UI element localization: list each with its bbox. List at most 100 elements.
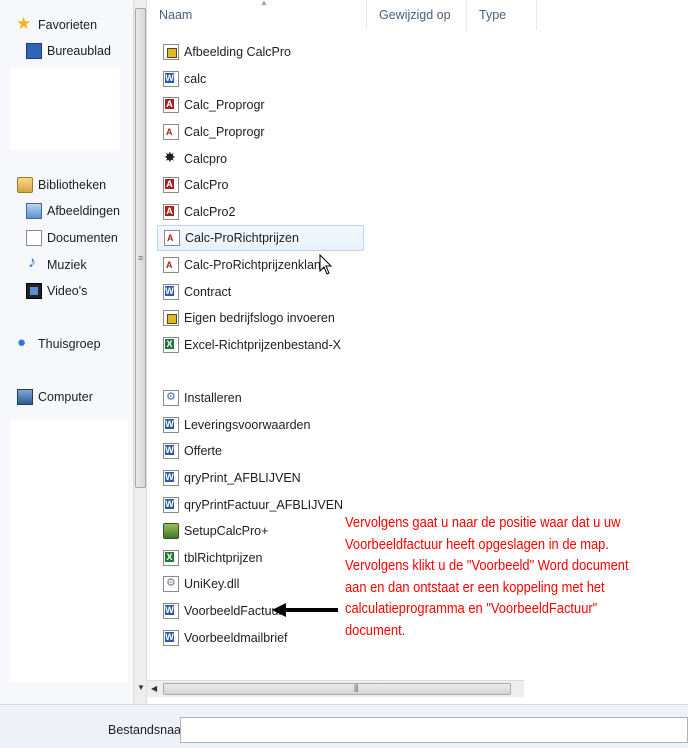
documents-icon — [26, 230, 42, 246]
word-document-icon — [163, 284, 179, 300]
file-row[interactable]: Leveringsvoorwaarden — [157, 412, 364, 438]
file-row[interactable]: SetupCalcPro+ — [157, 518, 364, 544]
column-header-bar: ▲ Naam Gewijzigd op Type — [147, 0, 537, 30]
file-row[interactable]: Eigen bedrijfslogo invoeren — [157, 305, 364, 331]
filename-input[interactable] — [180, 717, 688, 743]
access-shortcut-icon — [164, 230, 180, 246]
file-name: qryPrintFactuur_AFBLIJVEN — [184, 498, 344, 512]
word-document-icon — [163, 497, 179, 513]
word-document-icon — [163, 470, 179, 486]
file-name: UniKey.dll — [184, 577, 240, 591]
file-name: Afbeelding CalcPro — [184, 45, 292, 59]
file-name: Voorbeeldmailbrief — [184, 631, 288, 645]
navigation-scrollbar[interactable]: ≡ ▼ — [133, 0, 147, 704]
application-icon — [163, 149, 179, 167]
excel-document-icon — [163, 550, 179, 566]
desktop-icon — [26, 43, 42, 59]
word-document-icon — [163, 443, 179, 459]
sidebar-item-afbeeldingen[interactable]: Afbeeldingen — [26, 201, 120, 221]
file-row[interactable]: Voorbeeldmailbrief — [157, 625, 364, 651]
file-name: Calc-ProRichtprijzen — [185, 231, 299, 245]
video-icon — [26, 283, 42, 299]
sidebar-item-favorieten[interactable]: Favorieten — [16, 14, 98, 35]
image-file-icon — [163, 44, 179, 60]
file-name: Leveringsvoorwaarden — [184, 418, 311, 432]
sidebar-item-documenten[interactable]: Documenten — [26, 228, 118, 248]
column-header-modified[interactable]: Gewijzigd op — [367, 0, 467, 30]
excel-document-icon — [163, 337, 179, 353]
file-row[interactable]: Excel-Richtprijzenbestand-X — [157, 332, 364, 358]
file-row[interactable]: CalcPro2 — [157, 199, 364, 225]
file-name: Eigen bedrijfslogo invoeren — [184, 311, 335, 325]
sidebar-item-label: Computer — [38, 390, 93, 404]
music-icon — [26, 254, 42, 273]
file-row[interactable]: qryPrintFactuur_AFBLIJVEN — [157, 492, 364, 518]
file-row[interactable]: Contract — [157, 279, 364, 305]
sidebar-item-bibliotheken[interactable]: Bibliotheken — [17, 175, 106, 195]
file-name: Calc_Proprogr — [184, 125, 265, 139]
sidebar-item-label: Documenten — [47, 231, 118, 245]
word-document-icon — [163, 603, 179, 619]
file-name: Installeren — [184, 391, 242, 405]
file-name: Calcpro — [184, 152, 228, 166]
file-row[interactable]: CalcPro — [157, 172, 364, 198]
computer-icon — [17, 389, 33, 405]
column-header-name[interactable]: Naam — [147, 0, 367, 30]
file-name: calc — [184, 72, 207, 86]
mouse-cursor-icon — [319, 254, 333, 275]
sidebar-item-label: Muziek — [47, 258, 87, 272]
word-document-icon — [163, 417, 179, 433]
sidebar-item-bureaublad[interactable]: Bureaublad — [26, 41, 111, 61]
sidebar-item-videos[interactable]: Video's — [26, 281, 87, 301]
sidebar-item-thuisgroep[interactable]: Thuisgroep — [17, 334, 101, 354]
column-header-type[interactable]: Type — [467, 0, 537, 30]
file-name: VoorbeeldFactuur — [184, 604, 283, 618]
file-row[interactable]: Calcpro — [157, 146, 364, 172]
file-row[interactable]: calc — [157, 66, 364, 92]
sidebar-item-label: Favorieten — [38, 18, 98, 32]
file-name: qryPrint_AFBLIJVEN — [184, 471, 301, 485]
file-row[interactable]: tblRichtprijzen — [157, 545, 364, 571]
star-icon — [16, 14, 33, 34]
file-name: SetupCalcPro+ — [184, 524, 269, 538]
homegroup-icon — [17, 334, 33, 352]
file-row-hovered[interactable]: Calc-ProRichtprijzen — [157, 225, 364, 251]
file-name: tblRichtprijzen — [184, 551, 263, 565]
word-document-icon — [163, 71, 179, 87]
file-row[interactable]: Installeren — [157, 385, 364, 411]
scroll-down-arrow-icon[interactable]: ▼ — [137, 683, 145, 692]
grip-icon: ⦀ — [354, 684, 359, 695]
file-name: CalcPro — [184, 178, 229, 192]
file-name: Contract — [184, 285, 232, 299]
sidebar-item-label: Bibliotheken — [38, 178, 107, 192]
nav-blank-area — [10, 420, 128, 682]
access-database-icon — [163, 177, 179, 193]
image-file-icon — [163, 310, 179, 326]
setup-icon — [163, 523, 179, 539]
nav-blank-area — [10, 68, 120, 150]
dll-file-icon — [163, 576, 179, 592]
file-row[interactable]: Calc_Proprogr — [157, 119, 364, 145]
file-row[interactable]: qryPrint_AFBLIJVEN — [157, 465, 364, 491]
sidebar-item-label: Afbeeldingen — [47, 204, 120, 218]
access-database-icon — [163, 204, 179, 220]
file-name: Offerte — [184, 444, 222, 458]
scrollbar-thumb[interactable]: ⦀ — [163, 683, 511, 695]
sidebar-item-label: Bureaublad — [47, 44, 111, 58]
navigation-pane: Favorieten Bureaublad Bibliotheken Afbee… — [0, 0, 133, 704]
file-name: Calc-ProRichtprijzenklant — [184, 258, 325, 272]
horizontal-scrollbar[interactable]: ◀ ⦀ — [147, 680, 524, 697]
file-row[interactable]: UniKey.dll — [157, 571, 364, 597]
file-name: Calc_Proprogr — [184, 98, 265, 112]
file-row[interactable]: Afbeelding CalcPro — [157, 39, 364, 65]
sidebar-item-label: Video's — [47, 284, 88, 298]
file-row[interactable]: Offerte — [157, 438, 364, 464]
sidebar-item-computer[interactable]: Computer — [17, 387, 93, 407]
sidebar-item-label: Thuisgroep — [38, 337, 101, 351]
access-shortcut-icon — [163, 257, 179, 273]
file-row[interactable]: Calc_Proprogr — [157, 92, 364, 118]
file-name: Excel-Richtprijzenbestand-X — [184, 338, 342, 352]
scroll-left-arrow-icon[interactable]: ◀ — [151, 684, 157, 693]
scrollbar-thumb[interactable]: ≡ — [135, 8, 146, 488]
sidebar-item-muziek[interactable]: Muziek — [26, 254, 87, 275]
